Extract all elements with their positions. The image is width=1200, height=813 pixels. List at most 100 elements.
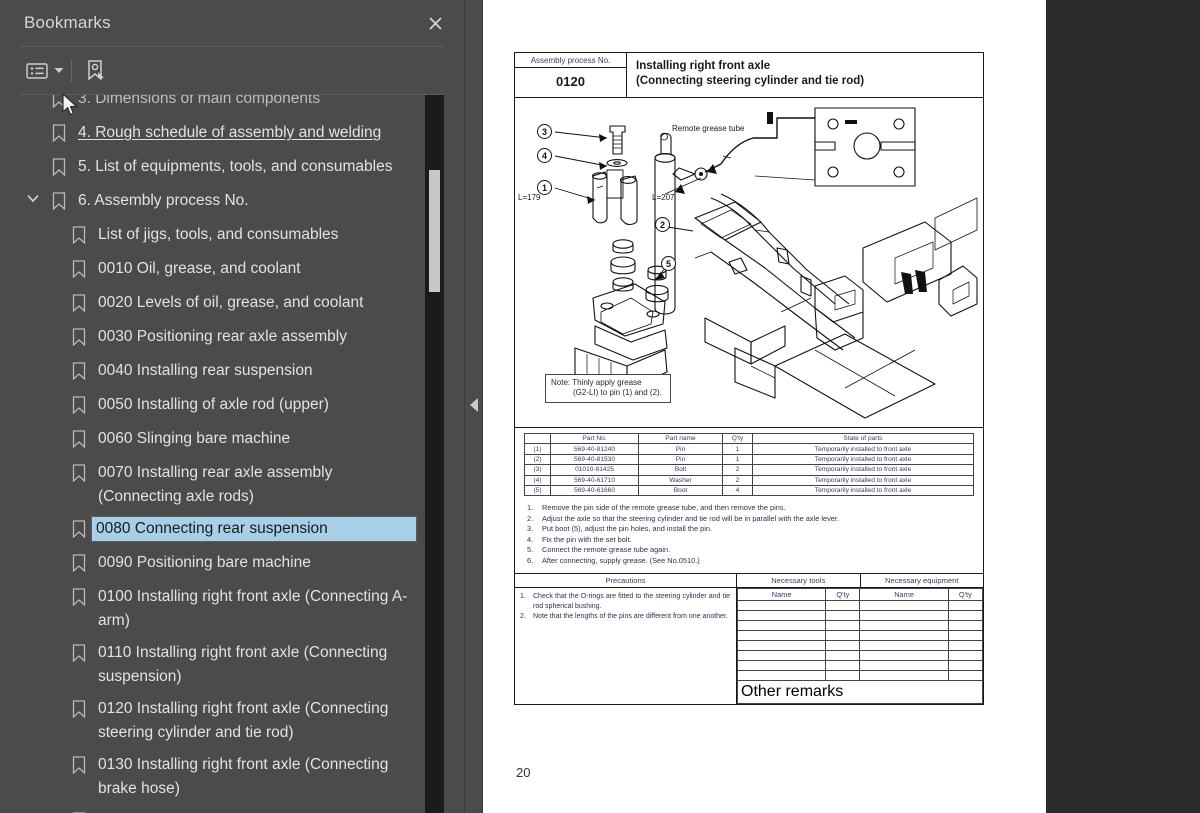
step-number: 4.	[527, 534, 534, 544]
bookmark-icon	[66, 753, 92, 774]
twisty-placeholder	[40, 257, 66, 262]
cell	[859, 600, 949, 612]
tools-equipment-table: Name Q'ty Name Q'ty	[736, 588, 984, 682]
parts-col-header: Part name	[638, 432, 723, 445]
form-header: Assembly process No. 0120 Installing rig…	[515, 53, 983, 98]
parts-cell: 4	[722, 484, 753, 497]
tools-empty-row	[736, 620, 984, 632]
bookmark-item[interactable]: 0040 Installing rear suspension	[20, 355, 416, 389]
bookmark-icon	[66, 427, 92, 448]
chevron-down-icon[interactable]	[20, 189, 46, 203]
parts-cell: (5)	[524, 484, 551, 497]
table-row: (1) 569-40-81240 Pin 1 Temporarily installed…	[524, 443, 974, 455]
bookmark-item[interactable]: 0010 Oil, grease, and coolant	[20, 253, 416, 287]
bookmark-item[interactable]: 4. Rough schedule of assembly and weldin…	[20, 117, 416, 151]
step-number: 1.	[527, 503, 534, 513]
parts-cell: (4)	[524, 474, 551, 486]
bookmark-item[interactable]: 3. Dimensions of main components	[20, 95, 416, 117]
bookmark-item[interactable]: 0130 Installing right front axle (Connec…	[20, 749, 416, 805]
bookmark-label: 0050 Installing of axle rod (upper)	[98, 396, 329, 413]
technical-diagram: 3 4 1 2 5 L=179 L=207 Remote grease tube…	[515, 98, 983, 428]
step-number: 2.	[527, 513, 534, 523]
bookmark-item[interactable]: 0050 Installing of axle rod (upper)	[20, 389, 416, 423]
bookmark-icon	[66, 325, 92, 346]
bookmark-label: 0020 Levels of oil, grease, and coolant	[98, 294, 364, 311]
parts-cell: Pin	[638, 453, 723, 466]
bookmark-item[interactable]: 0020 Levels of oil, grease, and coolant	[20, 287, 416, 321]
twisty-placeholder	[40, 223, 66, 228]
step-number: 6.	[527, 555, 534, 565]
cell	[859, 660, 949, 672]
bookmarks-list: 3. Dimensions of main components 4. Rough…	[20, 95, 444, 813]
cell	[736, 650, 827, 662]
cell	[859, 610, 949, 622]
parts-table-wrap: Part No. Part name Q'ty State of parts (1) 5…	[515, 428, 983, 498]
bookmark-item[interactable]: 5. List of equipments, tools, and consum…	[20, 151, 416, 185]
precautions-cell: Precautions 1. Check that the O-rings are…	[515, 574, 737, 705]
document-viewer[interactable]: Assembly process No. 0120 Installing rig…	[483, 0, 1200, 813]
note-line-2: (G2-LI) to pin (1) and (2).	[573, 388, 662, 397]
bookmark-item[interactable]: 0140 Installing right front axle (Connec…	[20, 805, 416, 813]
collapse-left-arrow-icon[interactable]	[470, 398, 478, 412]
bookmark-item[interactable]: 0060 Slinging bare machine	[20, 423, 416, 457]
equip-name-col: Name	[859, 588, 949, 602]
bookmark-item[interactable]: 0100 Installing right front axle (Connec…	[20, 581, 416, 637]
table-row: (2) 569-40-81530 Pin 1 Temporarily installed…	[524, 453, 974, 466]
close-icon[interactable]	[422, 10, 448, 36]
panel-splitter[interactable]	[465, 0, 483, 813]
bookmark-icon	[66, 809, 92, 813]
bookmark-item[interactable]: 6. Assembly process No.	[20, 185, 416, 219]
tools-empty-row	[736, 670, 984, 682]
parts-table-header-row: Part No. Part name Q'ty State of parts	[524, 432, 974, 445]
parts-col-header: Q'ty	[722, 432, 753, 445]
scrollbar-thumb[interactable]	[429, 170, 440, 292]
bookmark-label: List of jigs, tools, and consumables	[98, 226, 339, 243]
form-title-line1: Installing right front axle	[636, 60, 771, 72]
bookmark-label: 0120 Installing right front axle (Connec…	[98, 700, 389, 741]
equip-qty-col: Q'ty	[947, 588, 984, 602]
bookmark-item[interactable]: 0070 Installing rear axle assembly (Conn…	[20, 457, 416, 513]
bookmarks-scrollbar[interactable]	[425, 95, 444, 813]
twisty-placeholder	[40, 427, 66, 432]
parts-col-header: State of parts	[752, 432, 974, 445]
bookmark-item[interactable]: 0110 Installing right front axle (Connec…	[20, 637, 416, 693]
chevron-down-icon[interactable]	[52, 56, 66, 86]
parts-cell: (1)	[524, 443, 551, 455]
procedure-step: 3. Put boot (5), adjust the pin holes, an…	[527, 524, 973, 535]
bookmark-icon	[46, 189, 72, 210]
process-no-cell: Assembly process No. 0120	[515, 53, 627, 97]
other-remarks-box: Other remarks	[737, 681, 983, 705]
bookmark-label: 5. List of equipments, tools, and consum…	[78, 158, 393, 175]
bookmark-label: 6. Assembly process No.	[78, 192, 249, 209]
tools-empty-row	[736, 640, 984, 652]
twisty-placeholder	[40, 585, 66, 590]
list-options-icon[interactable]	[22, 56, 52, 86]
bookmark-item[interactable]: List of jigs, tools, and consumables	[20, 219, 416, 253]
cell	[736, 600, 827, 612]
bookmark-item[interactable]: 0030 Positioning rear axle assembly	[20, 321, 416, 355]
table-row: (3) 01010-81425 Bolt 2 Temporarily installed…	[524, 464, 974, 476]
twisty-placeholder	[40, 809, 66, 813]
cell	[947, 660, 984, 672]
bookmark-item[interactable]: 0090 Positioning bare machine	[20, 547, 416, 581]
twisty-placeholder	[40, 551, 66, 556]
bookmark-item[interactable]: 0120 Installing right front axle (Connec…	[20, 693, 416, 749]
step-number: 3.	[527, 524, 534, 534]
parts-cell: Temporarily installed to front axle	[752, 474, 974, 486]
precaution-number: 1.	[520, 593, 526, 601]
twisty-placeholder	[40, 359, 66, 364]
cell	[736, 610, 827, 622]
step-text: Remove the pin side of the remote grease…	[542, 503, 786, 513]
cell	[947, 620, 984, 632]
parts-cell: Temporarily installed to front axle	[752, 484, 974, 497]
callout-4: 4	[537, 148, 552, 163]
precaution-item: 2. Note that the lengths of the pins are …	[520, 612, 730, 622]
twisty-placeholder	[40, 325, 66, 330]
cell	[947, 670, 984, 682]
assembly-form: Assembly process No. 0120 Installing rig…	[514, 52, 984, 706]
bookmark-icon	[66, 223, 92, 244]
bookmark-item[interactable]: 0080 Connecting rear suspension	[20, 513, 417, 547]
parts-cell: 569-40-81530	[550, 453, 639, 466]
new-bookmark-icon[interactable]	[81, 56, 111, 86]
parts-table-body: (1) 569-40-81240 Pin 1 Temporarily installed…	[524, 443, 974, 497]
